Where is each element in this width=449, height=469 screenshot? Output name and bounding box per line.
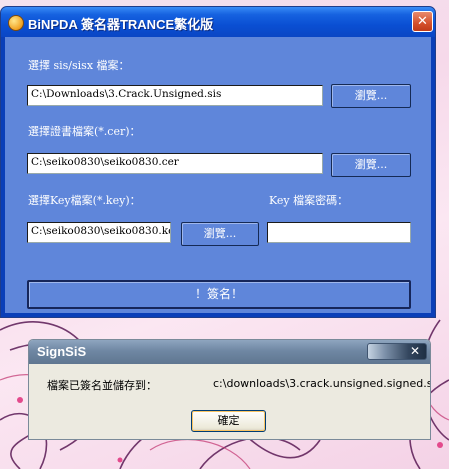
dialog-message: 檔案已簽名並儲存到：	[47, 379, 157, 392]
cert-path-input[interactable]: C:\seiko0830\seiko0830.cer	[27, 153, 323, 174]
browse-cert-button[interactable]: 瀏覽...	[331, 153, 411, 177]
key-password-input[interactable]	[267, 222, 411, 243]
signsis-dialog: SignSiS ✕ 檔案已簽名並儲存到： c:\downloads\3.crac…	[28, 339, 431, 440]
window-titlebar[interactable]: BiNPDA 簽名器TRANCE繁化版 ✕	[1, 7, 435, 37]
app-icon	[8, 15, 24, 31]
browse-sis-button[interactable]: 瀏覽...	[331, 84, 411, 108]
dialog-titlebar[interactable]: SignSiS ✕	[29, 340, 430, 364]
dialog-close-button[interactable]: ✕	[367, 343, 427, 360]
sign-button[interactable]: ！簽名！	[27, 280, 411, 309]
window-title: BiNPDA 簽名器TRANCE繁化版	[28, 17, 214, 32]
ok-button[interactable]: 確定	[191, 410, 266, 432]
key-file-label: 選擇Key檔案(*.key)：	[28, 194, 141, 207]
window-close-button[interactable]: ✕	[412, 11, 433, 32]
key-password-label: Key 檔案密碼：	[269, 194, 349, 207]
dialog-saved-path: c:\downloads\3.crack.unsigned.signed.sis…	[213, 377, 431, 390]
binpda-signer-window: BiNPDA 簽名器TRANCE繁化版 ✕ 選擇 sis/sisx 檔案： C:…	[0, 6, 436, 318]
cert-file-label: 選擇證書檔案(*.cer)：	[28, 125, 141, 138]
browse-key-button[interactable]: 瀏覽...	[181, 222, 259, 246]
sis-file-label: 選擇 sis/sisx 檔案：	[28, 59, 130, 72]
dialog-title: SignSiS	[37, 344, 87, 359]
sis-path-input[interactable]: C:\Downloads\3.Crack.Unsigned.sis	[27, 85, 323, 106]
key-path-input[interactable]: C:\seiko0830\seiko0830.key	[27, 222, 171, 243]
window-client-area: 選擇 sis/sisx 檔案： C:\Downloads\3.Crack.Uns…	[5, 37, 431, 313]
close-icon: ✕	[409, 344, 420, 358]
